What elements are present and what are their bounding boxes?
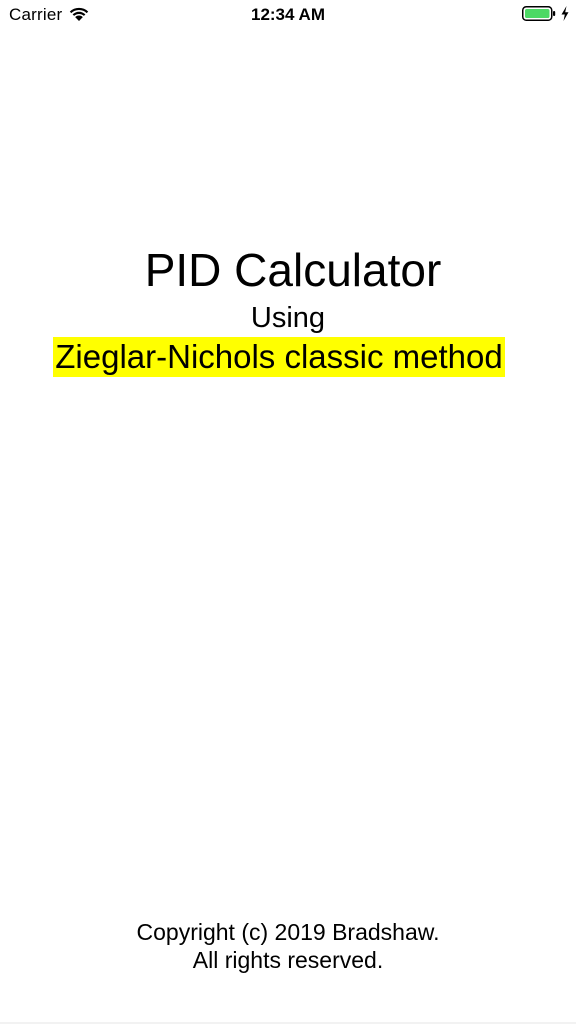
status-time: 12:34 AM bbox=[250, 5, 325, 24]
title-block: PID Calculator Using Zieglar-Nichols cla… bbox=[0, 240, 576, 377]
app-title: PID Calculator bbox=[144, 244, 442, 296]
battery-icon bbox=[522, 6, 556, 21]
subtitle-label: Using bbox=[250, 302, 326, 334]
app-screen: Carrier 12:34 AM PID Calculator Using Zi… bbox=[0, 0, 576, 1024]
method-wrapper: Zieglar-Nichols classic method bbox=[0, 337, 576, 377]
method-label: Zieglar-Nichols classic method bbox=[53, 337, 505, 377]
copyright-footer: Copyright (c) 2019 Bradshaw. All rights … bbox=[0, 918, 576, 974]
copyright-line: Copyright (c) 2019 Bradshaw. bbox=[136, 919, 440, 945]
charging-bolt-icon bbox=[561, 6, 569, 21]
rights-line: All rights reserved. bbox=[192, 947, 384, 973]
status-bar: Carrier 12:34 AM bbox=[0, 0, 576, 30]
